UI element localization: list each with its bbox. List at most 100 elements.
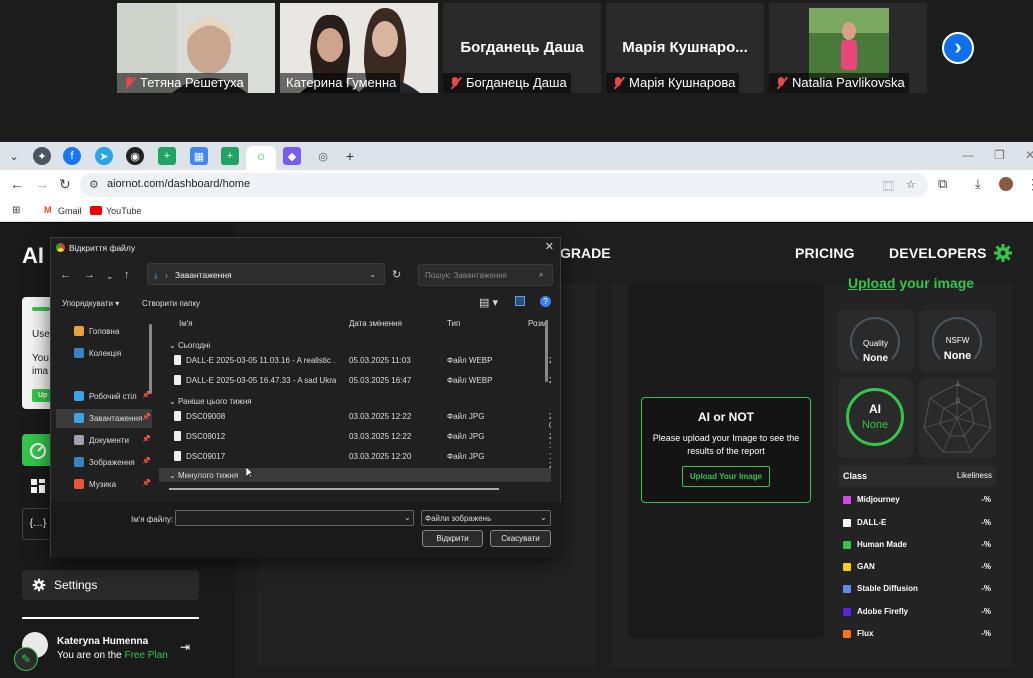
bookmark-youtube[interactable]: YouTube bbox=[106, 206, 141, 216]
tab-favicon[interactable]: ◎ bbox=[314, 147, 332, 165]
bookmark-star-icon[interactable]: ☆ bbox=[906, 178, 916, 191]
filename-input[interactable] bbox=[175, 510, 414, 526]
settings-gear-icon bbox=[32, 578, 46, 592]
github-tab-icon[interactable]: ◉ bbox=[126, 147, 144, 165]
class-row: Stable Diffusion -% bbox=[843, 582, 993, 598]
back-icon[interactable]: ← bbox=[10, 176, 24, 192]
sidebar-item-folder[interactable]: Музика 📌 bbox=[56, 475, 152, 494]
upload-link[interactable]: Upload bbox=[848, 275, 895, 291]
participant-tile[interactable]: Богданець Даша Богданець Даша bbox=[443, 3, 601, 93]
close-window-icon[interactable]: ✕ bbox=[1025, 148, 1033, 162]
search-input[interactable]: Пошук: Завантаження ⌕ bbox=[418, 264, 553, 286]
column-type[interactable]: Тип bbox=[447, 319, 460, 328]
radar-web bbox=[923, 383, 992, 453]
sidebar-item-folder[interactable]: Колекція bbox=[56, 344, 152, 363]
group-last-week[interactable]: ⌄ Минулого тижня bbox=[169, 471, 238, 480]
nav-developers[interactable]: DEVELOPERS bbox=[889, 245, 987, 261]
file-size: 2 bbox=[549, 376, 551, 385]
participant-tile[interactable]: Марія Кушнаро... Марія Кушнарова bbox=[606, 3, 764, 93]
close-icon[interactable]: ✕ bbox=[545, 240, 554, 253]
sidebar-item-label: Документи bbox=[89, 436, 129, 445]
organize-menu[interactable]: Упорядкувати ▾ bbox=[62, 299, 119, 308]
up-arrow-icon[interactable]: ↑ bbox=[124, 269, 130, 281]
ai-value: None bbox=[861, 419, 889, 431]
participant-namebar: Богданець Даша bbox=[443, 73, 571, 93]
open-button[interactable]: Відкрити bbox=[422, 530, 483, 547]
participant-tile[interactable]: Тетяна Решетуха bbox=[117, 3, 275, 93]
view-options-icon[interactable]: ▤ ▾ bbox=[479, 296, 498, 309]
sidebar-item-folder[interactable]: Документи 📌 bbox=[56, 431, 152, 450]
reload-icon[interactable]: ↻ bbox=[59, 176, 71, 193]
file-row[interactable]: DSC0901203.03.2025 12:22Файл JPG2 1 bbox=[159, 428, 551, 450]
horizontal-scrollbar[interactable] bbox=[169, 488, 499, 490]
new-folder-button[interactable]: Створити папку bbox=[142, 299, 200, 308]
facebook-tab-icon[interactable]: f bbox=[63, 147, 81, 165]
aiornot-tab-icon[interactable]: ○ bbox=[252, 147, 270, 165]
site-info-icon[interactable]: ⚙ bbox=[89, 178, 99, 191]
file-row[interactable]: DALL-E 2025-03-05 16.47.33 - A sad Ukrai… bbox=[159, 372, 551, 390]
file-row[interactable]: DSC09017 03.03.2025 12:20 Файл JPG 1 2 bbox=[159, 448, 551, 470]
profile-avatar[interactable] bbox=[999, 177, 1013, 191]
column-name[interactable]: Ім'я bbox=[179, 319, 193, 328]
download-icon[interactable]: ⤓ bbox=[975, 176, 981, 192]
maximize-icon[interactable]: ❐ bbox=[994, 148, 1005, 162]
next-page-arrow-icon[interactable]: › bbox=[942, 32, 974, 64]
sidebar-item-folder[interactable]: Робочий стіл 📌 bbox=[56, 387, 152, 406]
forward-icon[interactable]: → bbox=[84, 269, 95, 281]
list-scrollbar[interactable] bbox=[545, 320, 548, 382]
sheets-tab-icon[interactable]: + bbox=[158, 147, 176, 165]
cancel-button[interactable]: Скасувати bbox=[490, 530, 551, 547]
tab-search-chevron-icon[interactable]: ⌄ bbox=[5, 147, 23, 165]
group-label: Раніше цього тижня bbox=[177, 397, 252, 406]
upload-your-image-heading: Upload your image bbox=[848, 275, 974, 291]
participant-tile-active-speaker[interactable]: Катерина Гуменна bbox=[280, 3, 438, 93]
file-row[interactable]: DSC0900803.03.2025 12:22Файл JPG2 0 bbox=[159, 408, 551, 430]
upload-image-button[interactable]: Upload Your Image bbox=[681, 466, 771, 487]
url-text: aiornot.com/dashboard/home bbox=[107, 178, 251, 190]
nav-upgrade[interactable]: GRADE bbox=[560, 245, 611, 261]
sidebar-item-folder[interactable]: Зображення 📌 bbox=[56, 453, 152, 472]
group-today[interactable]: ⌄ Сьогодні bbox=[169, 341, 210, 350]
address-bar[interactable]: ⚙ aiornot.com/dashboard/home ⿴ ☆ bbox=[80, 173, 928, 197]
file-row[interactable]: DALL-E 2025-03-05 11.03.16 - A realistic… bbox=[159, 352, 551, 370]
path-dropdown-icon[interactable]: ⌄ bbox=[369, 269, 376, 280]
tab-favicon[interactable]: ◆ bbox=[283, 147, 301, 165]
edit-pencil-icon[interactable]: ✎ bbox=[14, 647, 38, 671]
new-tab-icon[interactable]: + bbox=[341, 147, 359, 165]
sidebar-item-folder[interactable]: Головна bbox=[56, 322, 152, 341]
preview-pane-icon[interactable] bbox=[515, 296, 525, 306]
sidebar-scrollbar[interactable] bbox=[149, 324, 152, 394]
logout-icon[interactable]: ⇥ bbox=[180, 640, 190, 654]
nav-pricing[interactable]: PRICING bbox=[795, 245, 855, 261]
participant-tile[interactable]: Natalia Pavlikovska bbox=[769, 3, 927, 93]
tab-favicon[interactable]: ✦ bbox=[33, 147, 51, 165]
filetype-select[interactable]: Файли зображень ⌄ bbox=[421, 510, 551, 526]
filename-dropdown-icon[interactable]: ⌄ bbox=[404, 513, 411, 522]
translate-icon[interactable]: ⿴ bbox=[883, 178, 894, 194]
bookmark-gmail[interactable]: Gmail bbox=[58, 206, 82, 216]
site-logo[interactable]: AI bbox=[22, 243, 44, 269]
extensions-icon[interactable]: ⧉ bbox=[938, 176, 947, 192]
folder-icon bbox=[74, 457, 84, 467]
menu-icon[interactable]: ⋮ bbox=[1026, 176, 1033, 193]
sidebar-item-downloads[interactable]: Завантаження 📌 bbox=[56, 409, 152, 428]
column-date[interactable]: Дата змінення bbox=[349, 319, 402, 328]
chevron-down-icon[interactable]: ⌄ bbox=[106, 271, 114, 282]
minimize-icon[interactable]: — bbox=[962, 148, 974, 162]
ai-score-metric: AI None bbox=[838, 378, 913, 458]
back-icon[interactable]: ← bbox=[60, 269, 71, 281]
tab-favicon[interactable]: ▦ bbox=[190, 147, 208, 165]
refresh-icon[interactable]: ↻ bbox=[392, 268, 401, 281]
path-bar[interactable]: ⤓ › Завантаження ⌄ bbox=[147, 263, 385, 285]
apps-grid-icon[interactable]: ⊞ bbox=[12, 205, 20, 216]
sheets-tab-icon[interactable]: + bbox=[221, 147, 239, 165]
gear-icon[interactable] bbox=[993, 243, 1013, 263]
plan-link[interactable]: Free Plan bbox=[124, 650, 167, 661]
folder-icon bbox=[74, 435, 84, 445]
forward-icon[interactable]: → bbox=[35, 176, 49, 192]
group-earlier-this-week[interactable]: ⌄ Раніше цього тижня bbox=[169, 397, 252, 406]
help-icon[interactable]: ? bbox=[540, 296, 551, 307]
telegram-tab-icon[interactable]: ➤ bbox=[95, 147, 113, 165]
settings-nav-item[interactable]: Settings bbox=[22, 570, 199, 600]
file-name: DSC09008 bbox=[186, 412, 226, 421]
